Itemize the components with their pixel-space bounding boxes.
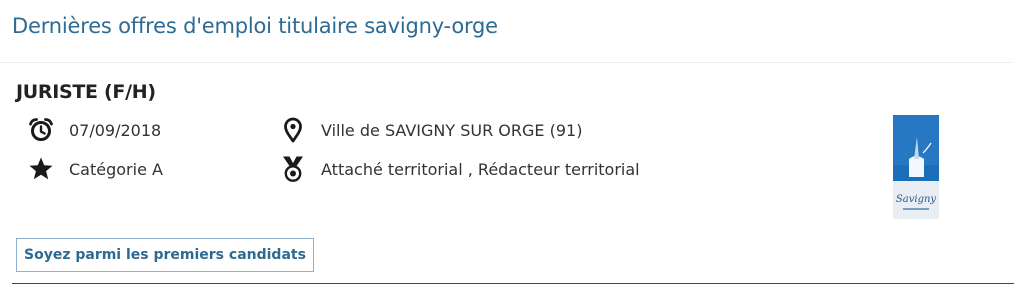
alarm-clock-icon <box>28 117 54 143</box>
job-location-text: Ville de SAVIGNY SUR ORGE (91) <box>321 120 583 140</box>
section-title: Dernières offres d'emploi titulaire savi… <box>12 14 498 38</box>
job-title[interactable]: JURISTE (F/H) <box>16 81 156 103</box>
job-grades-text: Attaché territorial , Rédacteur territor… <box>321 159 640 179</box>
job-grades: Attaché territorial , Rédacteur territor… <box>280 156 640 182</box>
job-location: Ville de SAVIGNY SUR ORGE (91) <box>280 117 582 143</box>
star-icon <box>28 156 54 182</box>
medal-icon <box>280 156 306 182</box>
logo-wordmark: Savigny <box>896 194 937 205</box>
job-date-text: 07/09/2018 <box>69 120 162 140</box>
apply-button[interactable]: Soyez parmi les premiers candidats <box>16 238 314 272</box>
bottom-divider <box>12 283 1014 284</box>
job-category: Catégorie A <box>28 156 163 182</box>
employer-logo[interactable]: Savigny <box>893 115 939 219</box>
job-offers-page: Dernières offres d'emploi titulaire savi… <box>0 0 1024 293</box>
job-date: 07/09/2018 <box>28 117 161 143</box>
job-offer-card: JURISTE (F/H) 07/09/2018 Ville de SAVIGN… <box>0 63 1012 283</box>
map-pin-icon <box>280 117 306 143</box>
job-category-text: Catégorie A <box>69 159 163 179</box>
